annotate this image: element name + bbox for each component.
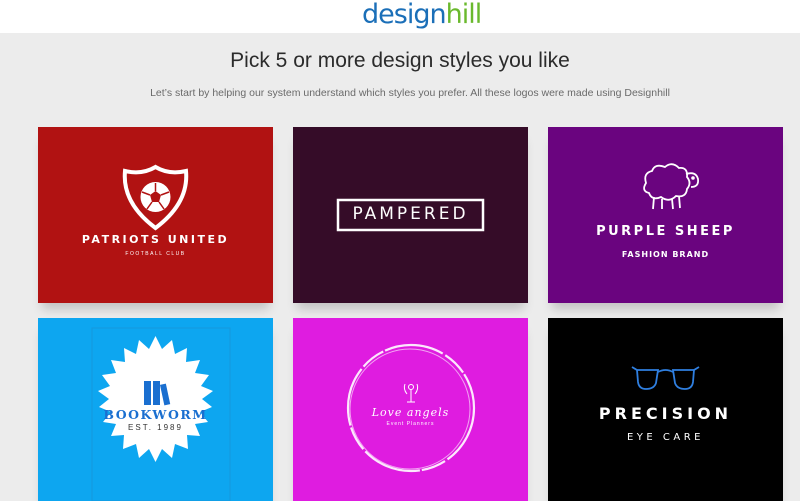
style-card-bookworm[interactable]: BOOKWORM EST. 1989 [38, 318, 273, 501]
style-card-purple-sheep[interactable]: PURPLE SHEEP FASHION BRAND [548, 127, 783, 303]
card-brand-name: PURPLE SHEEP [596, 224, 735, 239]
card-tagline: Event Planners [386, 421, 435, 427]
style-card-love-angels[interactable]: Love angels Event Planners [293, 318, 528, 501]
page-title: Pick 5 or more design styles you like [230, 49, 570, 72]
style-card-patriots-united[interactable]: PATRIOTS UNITED FOOTBALL CLUB [38, 127, 273, 303]
style-card-precision[interactable]: PRECISION EYE CARE [548, 318, 783, 501]
card-brand-name: BOOKWORM [103, 407, 208, 422]
style-card-pampered[interactable]: PAMPERED [293, 127, 528, 303]
card-brand-name: PAMPERED [352, 204, 469, 224]
card-background [38, 127, 273, 303]
designhill-logo[interactable]: designhill [362, 0, 482, 30]
card-brand-name: PATRIOTS UNITED [81, 233, 230, 246]
card-tagline: FOOTBALL CLUB [125, 251, 186, 257]
card-background [548, 127, 783, 303]
card-tagline: EYE CARE [626, 432, 704, 443]
card-tagline: EST. 1989 [128, 423, 183, 432]
page-subtitle: Let’s start by helping our system unders… [150, 87, 670, 99]
card-brand-name: Love angels [371, 406, 450, 419]
card-brand-name: PRECISION [598, 404, 733, 423]
top-bar: designhill [0, 0, 800, 33]
card-tagline: FASHION BRAND [621, 250, 710, 259]
